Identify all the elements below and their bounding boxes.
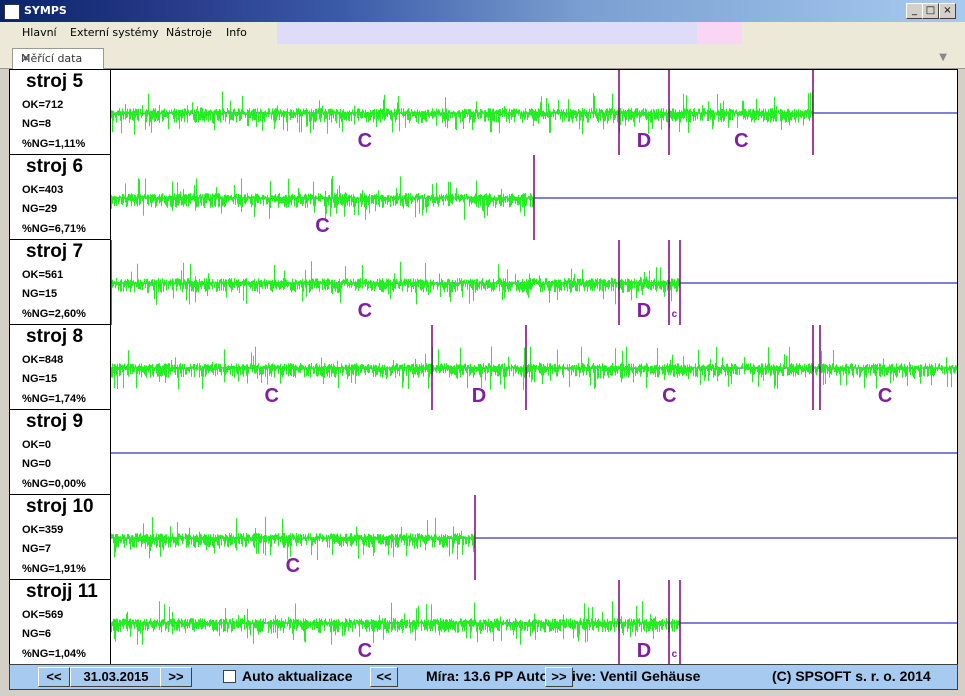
auto-update-checkbox[interactable] [223,670,236,683]
machine-name: stroj 9 [26,411,84,432]
segment-label: C [358,640,372,662]
segment-label: C [734,130,748,152]
segment-label: C [358,300,372,322]
segment-label: D [472,385,486,407]
machine-label[interactable]: stroj 9 OK=0 NG=0 %NG=0,00% [10,410,111,496]
tab-dropdown-icon[interactable]: ▼ [939,52,947,63]
ng-count: NG=8 [22,118,52,130]
ok-count: OK=0 [22,439,52,451]
date-field[interactable]: 31.03.2015 [70,667,162,687]
maximize-button[interactable]: □ [922,3,939,19]
menu-decoration-accent [697,22,742,44]
segment-label: C [264,385,278,407]
machine-row: stroj 7 OK=561 NG=15 %NG=2,60% C Dc [10,240,957,326]
machine-chart: C Dc [111,240,957,325]
ng-percent: %NG=0,00% [22,478,86,490]
signal-trace [111,516,475,560]
app-icon [4,4,20,20]
status-bar: << 31.03.2015 >> Auto aktualizace << Mír… [9,664,958,690]
ng-percent: %NG=1,91% [22,563,86,575]
ng-count: NG=6 [22,628,52,640]
machine-row: stroj 6 OK=403 NG=29 %NG=6,71% C [10,155,957,241]
prev-date-button[interactable]: << [38,667,70,687]
ok-count: OK=848 [22,354,64,366]
product-text: ive: Ventil Gehäuse [572,668,701,684]
window-title: SYMPS [24,4,67,17]
segment-label: C [358,130,372,152]
menu-hlavni[interactable]: Hlavní [22,26,57,39]
ng-percent: %NG=1,04% [22,648,86,660]
machine-name: stroj 7 [26,241,84,262]
rate-text: Míra: 13.6 PP Auto [426,668,549,684]
auto-update-label: Auto aktualizace [242,668,353,684]
machine-chart: CDC [111,70,957,155]
signal-trace [111,176,534,220]
ng-count: NG=29 [22,203,58,215]
machine-label[interactable]: stroj 6 OK=403 NG=29 %NG=6,71% [10,155,111,241]
machine-chart: C [111,155,957,240]
machine-row: strojj 11 OK=569 NG=6 %NG=1,04% C Dc [10,580,957,664]
machine-chart: C [111,495,957,580]
machine-label[interactable]: stroj 5 OK=712 NG=8 %NG=1,11% [10,70,111,156]
segment-label: c [672,309,678,320]
ok-count: OK=561 [22,269,64,281]
ng-percent: %NG=1,74% [22,393,86,405]
prev-rate-button[interactable]: << [370,667,398,687]
signal-trace [111,346,957,390]
tab-meric-data[interactable]: Měřící data ✕ [12,48,104,69]
copyright-text: (C) SPSOFT s. r. o. 2014 [772,668,931,684]
machine-label[interactable]: stroj 10 OK=359 NG=7 %NG=1,91% [10,495,111,581]
ng-count: NG=0 [22,458,52,470]
machine-name: stroj 5 [26,71,84,92]
minimize-button[interactable]: _ [906,3,923,19]
machine-chart: C Dc [111,580,957,664]
machine-label[interactable]: stroj 7 OK=561 NG=15 %NG=2,60% [10,240,111,326]
ng-percent: %NG=2,60% [22,308,86,320]
menu-externi-systemy[interactable]: Externí systémy [70,26,159,39]
signal-trace [111,601,680,645]
ng-percent: %NG=6,71% [22,223,86,235]
signal-trace [111,91,813,135]
machine-chart: CDCC [111,325,957,410]
menu-bar: Hlavní Externí systémy Nástroje Info [0,22,965,44]
segment-label: D [637,130,651,152]
machine-name: strojj 11 [26,581,98,602]
machine-row: stroj 8 OK=848 NG=15 %NG=1,74% C D C C [10,325,957,411]
next-rate-button[interactable]: >> [545,667,573,687]
ng-percent: %NG=1,11% [22,138,86,150]
machine-name: stroj 6 [26,156,84,177]
ok-count: OK=712 [22,99,64,111]
title-bar: SYMPS _ □ × [0,0,965,22]
machine-label[interactable]: stroj 8 OK=848 NG=15 %NG=1,74% [10,325,111,411]
machine-chart [111,452,957,454]
segment-label: C [286,555,300,577]
segment-label: D [637,300,651,322]
signal-trace [111,261,680,305]
segment-label: C [315,215,329,237]
menu-info[interactable]: Info [226,26,247,39]
close-button[interactable]: × [939,3,956,19]
ng-count: NG=15 [22,373,58,385]
ok-count: OK=359 [22,524,64,536]
machine-label[interactable]: strojj 11 OK=569 NG=6 %NG=1,04% [10,580,111,664]
machine-name: stroj 10 [26,496,94,517]
ok-count: OK=569 [22,609,64,621]
measurement-panel: stroj 5 OK=712 NG=8 %NG=1,11% C D Cstroj 6 OK=4… [9,69,958,665]
ng-count: NG=7 [22,543,52,555]
tab-close-icon[interactable]: ✕ [21,51,97,65]
segment-label: C [878,385,892,407]
machine-row: stroj 9 OK=0 NG=0 %NG=0,00% [10,410,957,496]
ng-count: NG=15 [22,288,58,300]
menu-nastroje[interactable]: Nástroje [166,26,212,39]
machine-row: stroj 5 OK=712 NG=8 %NG=1,11% C D C [10,70,957,156]
segment-label: c [672,649,678,660]
menu-decoration [277,22,697,44]
segment-label: C [662,385,676,407]
tab-bar: Měřící data ✕ [0,44,965,69]
machine-row: stroj 10 OK=359 NG=7 %NG=1,91% C [10,495,957,581]
next-date-button[interactable]: >> [160,667,192,687]
machine-name: stroj 8 [26,326,84,347]
segment-label: D [637,640,651,662]
ok-count: OK=403 [22,184,64,196]
